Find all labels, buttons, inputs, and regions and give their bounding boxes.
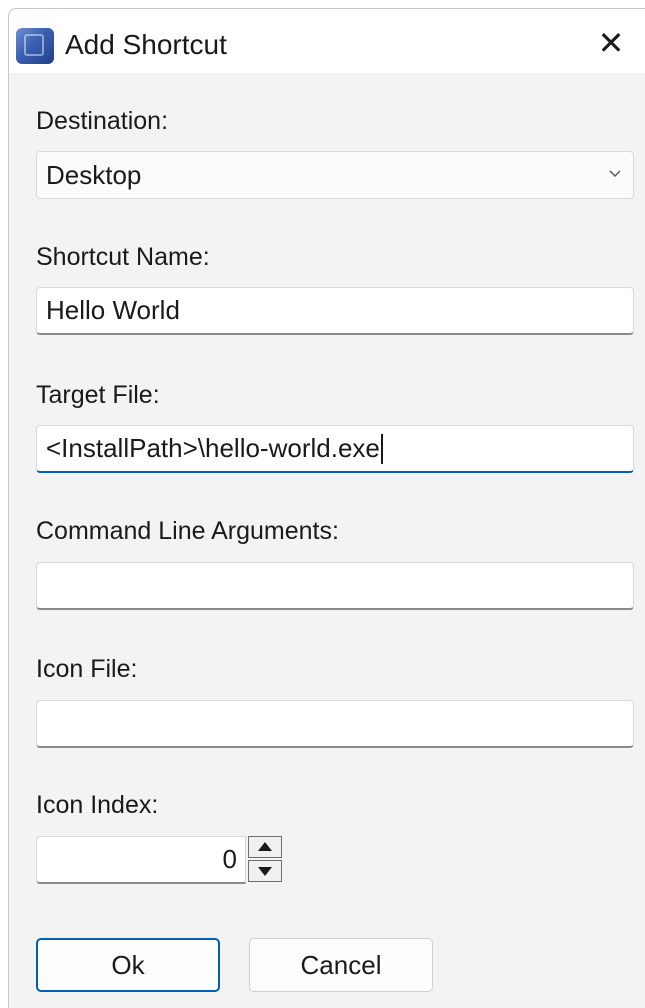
window-title: Add Shortcut [65,29,227,60]
icon-index-input[interactable]: 0 [36,836,246,884]
chevron-down-icon [609,170,621,178]
icon-index-spinner [248,836,284,884]
arrow-up-icon [258,842,272,851]
text-caret [380,433,383,464]
destination-value: Desktop [46,159,142,190]
shortcut-name-input[interactable]: Hello World [36,287,634,335]
close-icon: ✕ [597,25,625,61]
close-button[interactable]: ✕ [595,27,627,59]
command-line-arguments-input[interactable] [36,562,634,610]
cancel-button[interactable]: Cancel [249,938,433,992]
spin-down-button[interactable] [248,860,282,882]
target-file-input[interactable]: <InstallPath>\hello-world.exe [36,425,634,473]
destination-label: Destination: [36,107,169,135]
ok-button[interactable]: Ok [36,938,220,992]
command-line-arguments-label: Command Line Arguments: [36,517,339,545]
title-bar: Add Shortcut ✕ [9,9,645,73]
destination-select[interactable]: Desktop [36,151,634,199]
add-shortcut-dialog: Add Shortcut ✕ Destination: Desktop Shor… [8,8,645,1008]
target-file-label: Target File: [36,381,160,409]
icon-file-input[interactable] [36,700,634,748]
icon-index-label: Icon Index: [36,791,159,819]
icon-file-label: Icon File: [36,655,138,683]
shortcut-name-label: Shortcut Name: [36,243,210,271]
spin-up-button[interactable] [248,836,282,858]
target-file-value: <InstallPath>\hello-world.exe [46,433,380,463]
icon-index-value: 0 [222,844,237,874]
arrow-down-icon [258,867,272,876]
shortcut-name-value: Hello World [46,295,180,325]
app-icon [16,28,54,64]
